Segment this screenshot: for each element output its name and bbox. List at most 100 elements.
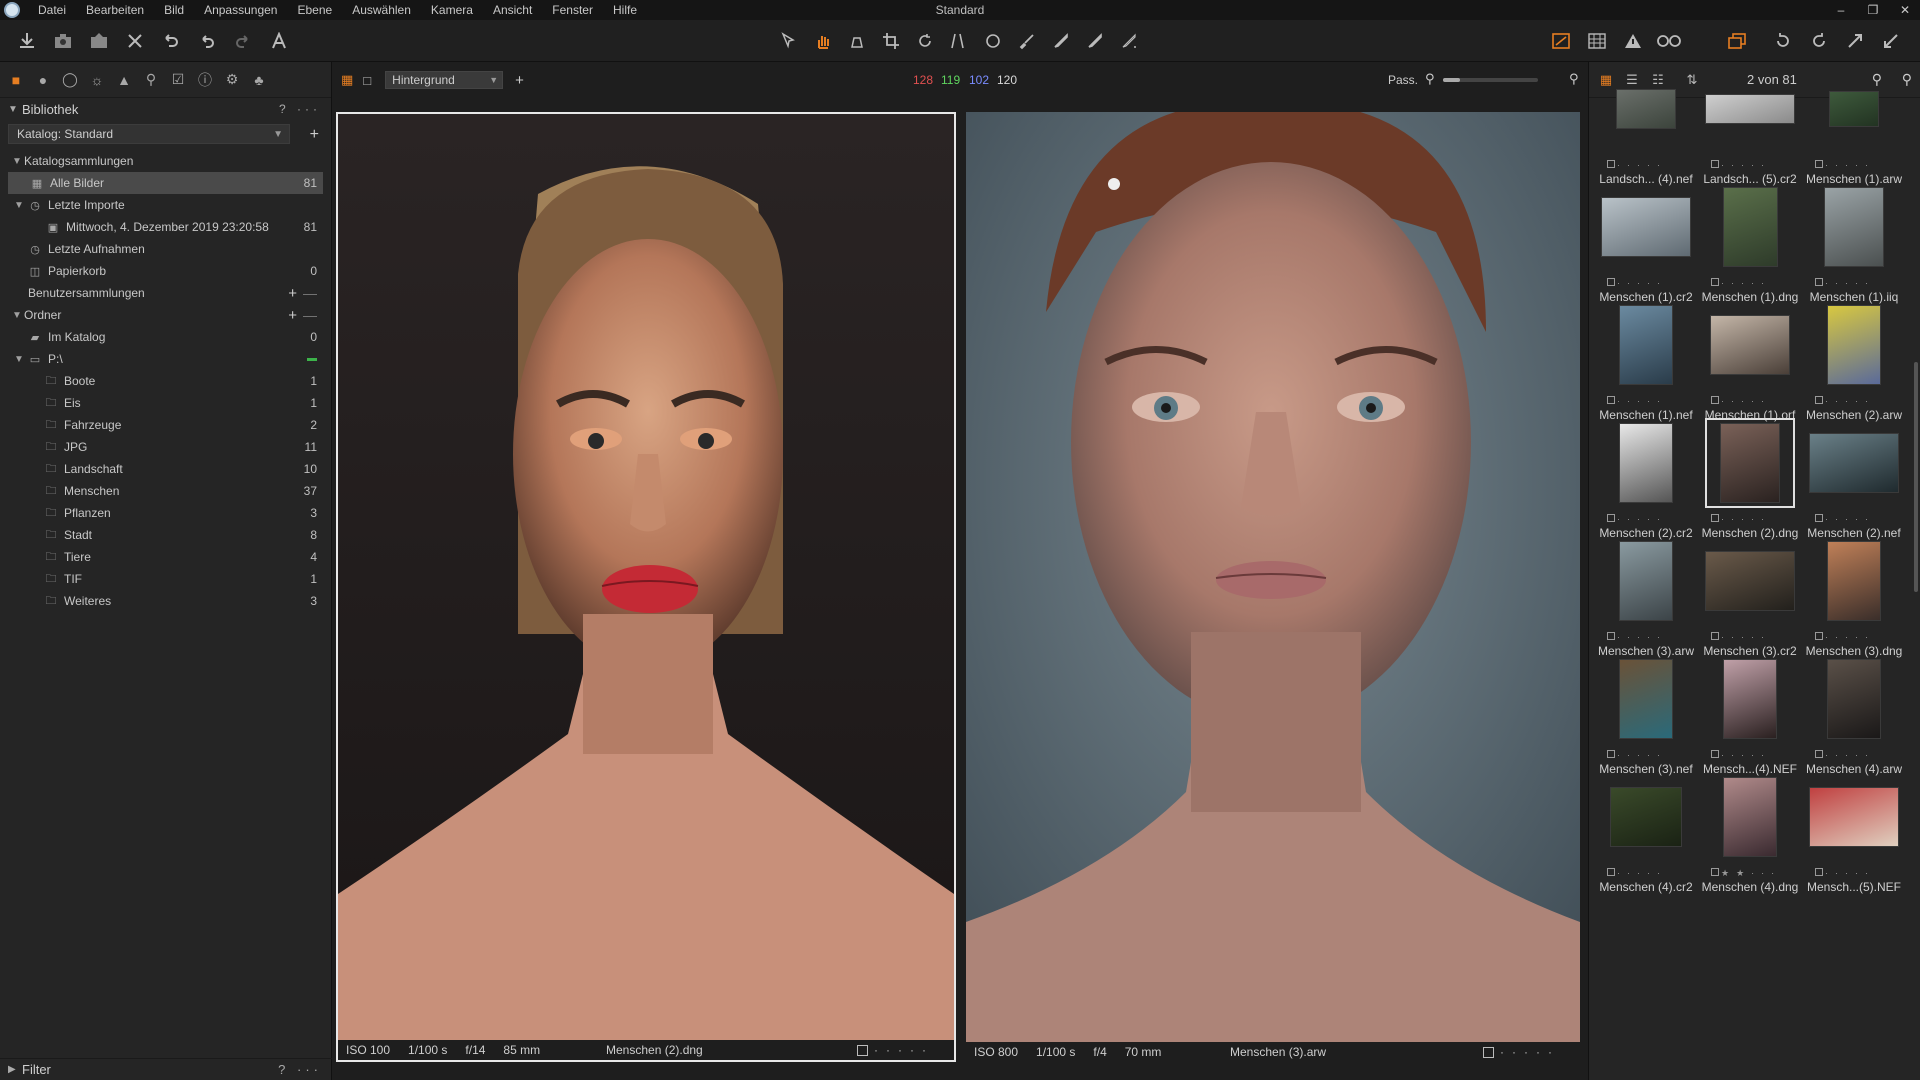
thumbnail-checkbox[interactable] xyxy=(1711,750,1719,758)
gradient-icon[interactable] xyxy=(1116,29,1142,53)
folder-item[interactable]: 🗀 JPG 11 xyxy=(0,436,331,458)
thumbnail-item[interactable]: ★★··· Menschen (4).dng xyxy=(1699,772,1801,917)
thumbnail-checkbox[interactable] xyxy=(1815,514,1823,522)
zoom-in-icon[interactable]: ⚲ xyxy=(1569,71,1579,87)
close-button[interactable]: ✕ xyxy=(1896,0,1914,20)
draw-mask-icon[interactable] xyxy=(1048,29,1074,53)
collection-recent-captures[interactable]: ◷ Letzte Aufnahmen xyxy=(0,238,331,260)
collapse-arrow-icon[interactable]: ▼ xyxy=(8,104,22,115)
layer-select[interactable]: Hintergrund ▼ xyxy=(385,71,504,89)
maximize-button[interactable]: ❐ xyxy=(1864,0,1882,20)
section-catalog-collections[interactable]: ▼ Katalogsammlungen xyxy=(0,150,331,172)
proof-icon[interactable] xyxy=(1656,29,1682,53)
thumbnail-checkbox[interactable] xyxy=(1607,396,1615,404)
thumbnail-rating[interactable]: ····· xyxy=(1711,750,1771,760)
exposure-warning-icon[interactable] xyxy=(1548,29,1574,53)
lens-tab-icon[interactable]: ◯ xyxy=(60,70,80,90)
menu-datei[interactable]: Datei xyxy=(28,0,76,20)
star-rating[interactable]: ····· xyxy=(1475,1045,1560,1059)
thumbnail-checkbox[interactable] xyxy=(1711,868,1719,876)
more-icon[interactable]: ··· xyxy=(297,102,321,116)
thumbnail-checkbox[interactable] xyxy=(1607,632,1615,640)
zoom-slider[interactable] xyxy=(1443,78,1538,82)
menu-anpassungen[interactable]: Anpassungen xyxy=(194,0,287,20)
rotate-right-icon[interactable] xyxy=(1806,29,1832,53)
thumbnail-rating[interactable]: ····· xyxy=(1711,632,1771,642)
capture-tab-icon[interactable]: ● xyxy=(33,70,53,90)
thumbnail-rating[interactable]: ★★··· xyxy=(1711,868,1781,879)
folder-item[interactable]: 🗀 Landschaft 10 xyxy=(0,458,331,480)
thumbnail-checkbox[interactable] xyxy=(1815,868,1823,876)
thumbnail-rating[interactable]: ····· xyxy=(1815,160,1875,170)
folder-item[interactable]: 🗀 Boote 1 xyxy=(0,370,331,392)
menu-kamera[interactable]: Kamera xyxy=(421,0,483,20)
camera-icon[interactable] xyxy=(50,29,76,53)
select-checkbox[interactable] xyxy=(857,1045,869,1057)
folder-in-catalog[interactable]: ▰ Im Katalog 0 xyxy=(0,326,331,348)
folder-item[interactable]: 🗀 Menschen 37 xyxy=(0,480,331,502)
delete-icon[interactable] xyxy=(122,29,148,53)
thumbnail-rating[interactable]: ····· xyxy=(1607,160,1667,170)
thumbnail-checkbox[interactable] xyxy=(1815,396,1823,404)
collapse-arrow-icon[interactable]: ▼ xyxy=(12,354,26,365)
export-icon[interactable] xyxy=(86,29,112,53)
section-user-collections[interactable]: Benutzersammlungen + — xyxy=(0,282,331,304)
spot-icon[interactable] xyxy=(980,29,1006,53)
undo-all-icon[interactable] xyxy=(158,29,184,53)
brush-icon[interactable] xyxy=(1014,29,1040,53)
thumbnail-rating[interactable]: ····· xyxy=(1607,868,1667,878)
menu-ebene[interactable]: Ebene xyxy=(287,0,342,20)
pan-icon[interactable] xyxy=(810,29,836,53)
viewer-image-left[interactable]: ISO 100 1/100 s f/14 85 mm Menschen (2).… xyxy=(336,112,956,1062)
add-folder-icon[interactable]: + xyxy=(288,307,297,324)
grid-icon[interactable] xyxy=(1584,29,1610,53)
folder-drive[interactable]: ▼ ▭ P:\ xyxy=(0,348,331,370)
add-layer-icon[interactable]: + xyxy=(515,72,524,89)
exposure-tab-icon[interactable]: ▲ xyxy=(114,70,134,90)
menu-bearbeiten[interactable]: Bearbeiten xyxy=(76,0,154,20)
text-icon[interactable] xyxy=(266,29,292,53)
thumbnail-checkbox[interactable] xyxy=(1815,160,1823,168)
folder-item[interactable]: 🗀 Fahrzeuge 2 xyxy=(0,414,331,436)
menu-bild[interactable]: Bild xyxy=(154,0,194,20)
collapse-icon[interactable] xyxy=(1878,29,1904,53)
collection-all-images[interactable]: ▦ Alle Bilder 81 xyxy=(8,172,323,194)
thumbnail-checkbox[interactable] xyxy=(1815,632,1823,640)
thumbnail-rating[interactable]: ····· xyxy=(1711,396,1771,406)
thumbnail-checkbox[interactable] xyxy=(1607,160,1615,168)
thumbnail-checkbox[interactable] xyxy=(1711,396,1719,404)
browser-scrollbar[interactable] xyxy=(1914,362,1918,592)
zoom-out-icon[interactable]: ⚲ xyxy=(1425,71,1435,87)
adjustments-tab-icon[interactable]: ☑ xyxy=(168,70,188,90)
folder-item[interactable]: 🗀 TIF 1 xyxy=(0,568,331,590)
section-folders[interactable]: ▼ Ordner + — xyxy=(0,304,331,326)
thumbnail-rating[interactable]: ····· xyxy=(1607,396,1667,406)
rotate-icon[interactable] xyxy=(912,29,938,53)
thumbnail-rating[interactable]: ····· xyxy=(1815,514,1875,524)
details-tab-icon[interactable]: ⚲ xyxy=(141,70,161,90)
menu-hilfe[interactable]: Hilfe xyxy=(603,0,647,20)
output-tab-icon[interactable]: ⚙ xyxy=(222,70,242,90)
color-tab-icon[interactable]: ☼ xyxy=(87,70,107,90)
thumbnail-rating[interactable]: ····· xyxy=(1607,750,1667,760)
thumbnail-rating[interactable]: ····· xyxy=(1711,160,1771,170)
add-collection-icon[interactable]: + xyxy=(288,285,297,302)
help-button[interactable]: ? xyxy=(279,102,290,116)
collection-import-date[interactable]: ▣ Mittwoch, 4. Dezember 2019 23:20:58 81 xyxy=(0,216,331,238)
import-icon[interactable] xyxy=(14,29,40,53)
thumbnail-checkbox[interactable] xyxy=(1607,868,1615,876)
thumbnail-checkbox[interactable] xyxy=(1711,514,1719,522)
expand-icon[interactable] xyxy=(1842,29,1868,53)
thumbnail-checkbox[interactable] xyxy=(1711,632,1719,640)
thumbnail-checkbox[interactable] xyxy=(1607,514,1615,522)
catalog-select[interactable]: Katalog: Standard ▼ xyxy=(8,124,290,144)
folder-item[interactable]: 🗀 Weiteres 3 xyxy=(0,590,331,612)
menu-auswaehlen[interactable]: Auswählen xyxy=(342,0,421,20)
menu-fenster[interactable]: Fenster xyxy=(542,0,603,20)
collection-trash[interactable]: ◫ Papierkorb 0 xyxy=(0,260,331,282)
menu-ansicht[interactable]: Ansicht xyxy=(483,0,542,20)
thumbnail-rating[interactable]: ····· xyxy=(1711,514,1771,524)
remove-collection-icon[interactable]: — xyxy=(303,285,317,301)
thumbnail-rating[interactable]: ····· xyxy=(1815,750,1875,760)
library-tab-icon[interactable]: ■ xyxy=(6,70,26,90)
